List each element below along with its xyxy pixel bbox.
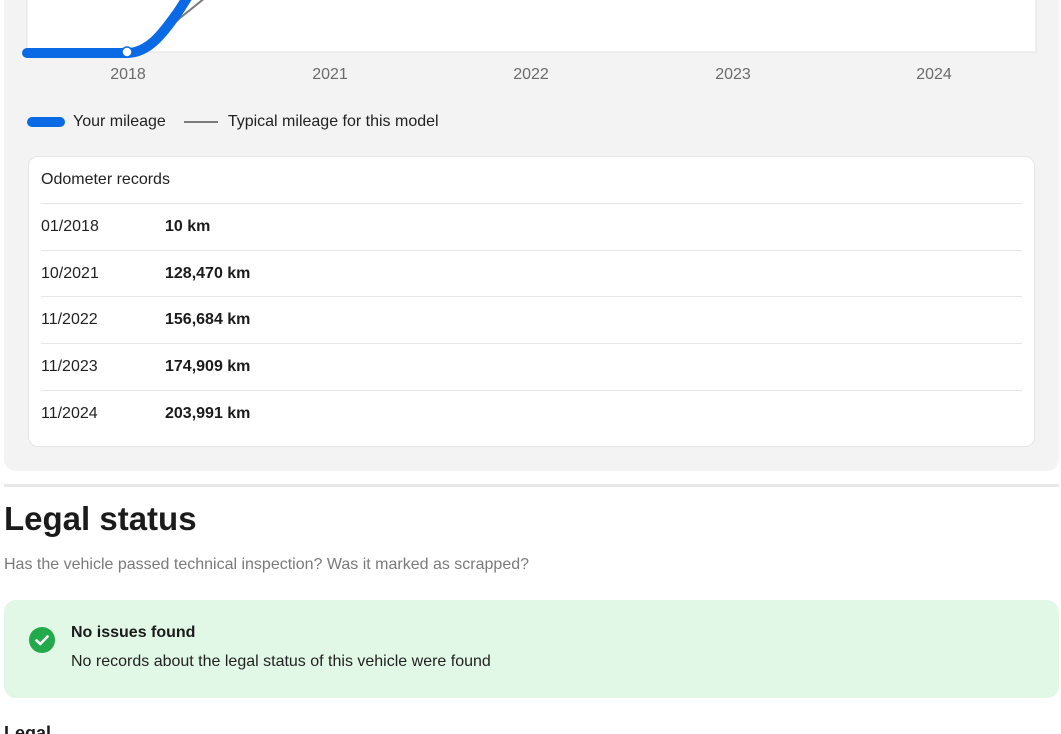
report-page: 2018 2021 2022 2023 2024 Your mileage Ty…: [0, 0, 1061, 734]
x-tick-label: 2022: [513, 66, 549, 83]
legend-swatch-yours: [27, 117, 65, 127]
series-yours-point: [121, 46, 133, 58]
table-row: 01/2018 10 km: [41, 203, 1022, 250]
next-section-title: Legal: [4, 723, 52, 734]
legend-swatch-typical: [183, 121, 218, 123]
chart-x-axis: 2018 2021 2022 2023 2024: [0, 66, 1061, 90]
record-value: 128,470 km: [165, 265, 251, 282]
x-tick-label: 2021: [312, 66, 348, 83]
record-date: 11/2023: [41, 358, 98, 375]
record-value: 174,909 km: [165, 358, 251, 375]
odometer-records-title: Odometer records: [41, 171, 170, 188]
record-value: 203,991 km: [165, 405, 251, 422]
record-date: 01/2018: [41, 218, 99, 235]
section-divider: [4, 484, 1059, 487]
x-tick-label: 2018: [110, 66, 146, 83]
record-date: 11/2024: [41, 405, 98, 422]
x-tick-label: 2024: [916, 66, 952, 83]
legal-status-card: No issues found No records about the leg…: [4, 600, 1059, 698]
record-value: 156,684 km: [165, 311, 251, 328]
record-date: 11/2022: [41, 311, 98, 328]
table-row: 11/2022 156,684 km: [41, 296, 1022, 343]
status-heading: No issues found: [71, 624, 196, 641]
section-title: Legal status: [4, 500, 197, 537]
status-message: No records about the legal status of thi…: [71, 653, 491, 670]
odometer-records-table: Odometer records 01/2018 10 km 10/2021 1…: [28, 156, 1035, 447]
section-subtitle: Has the vehicle passed technical inspect…: [4, 556, 530, 573]
table-row: 11/2023 174,909 km: [41, 343, 1022, 390]
check-circle-icon: [29, 627, 55, 653]
record-date: 10/2021: [41, 265, 99, 282]
x-tick-label: 2023: [715, 66, 751, 83]
legend-label-yours: Your mileage: [73, 113, 166, 130]
mileage-chart: [22, 0, 1037, 58]
record-value: 10 km: [165, 218, 211, 235]
chart-legend: Your mileage Typical mileage for this mo…: [27, 110, 439, 134]
table-row: 10/2021 128,470 km: [41, 250, 1022, 297]
table-row: 11/2024 203,991 km: [41, 390, 1022, 437]
legend-label-typical: Typical mileage for this model: [227, 113, 439, 130]
